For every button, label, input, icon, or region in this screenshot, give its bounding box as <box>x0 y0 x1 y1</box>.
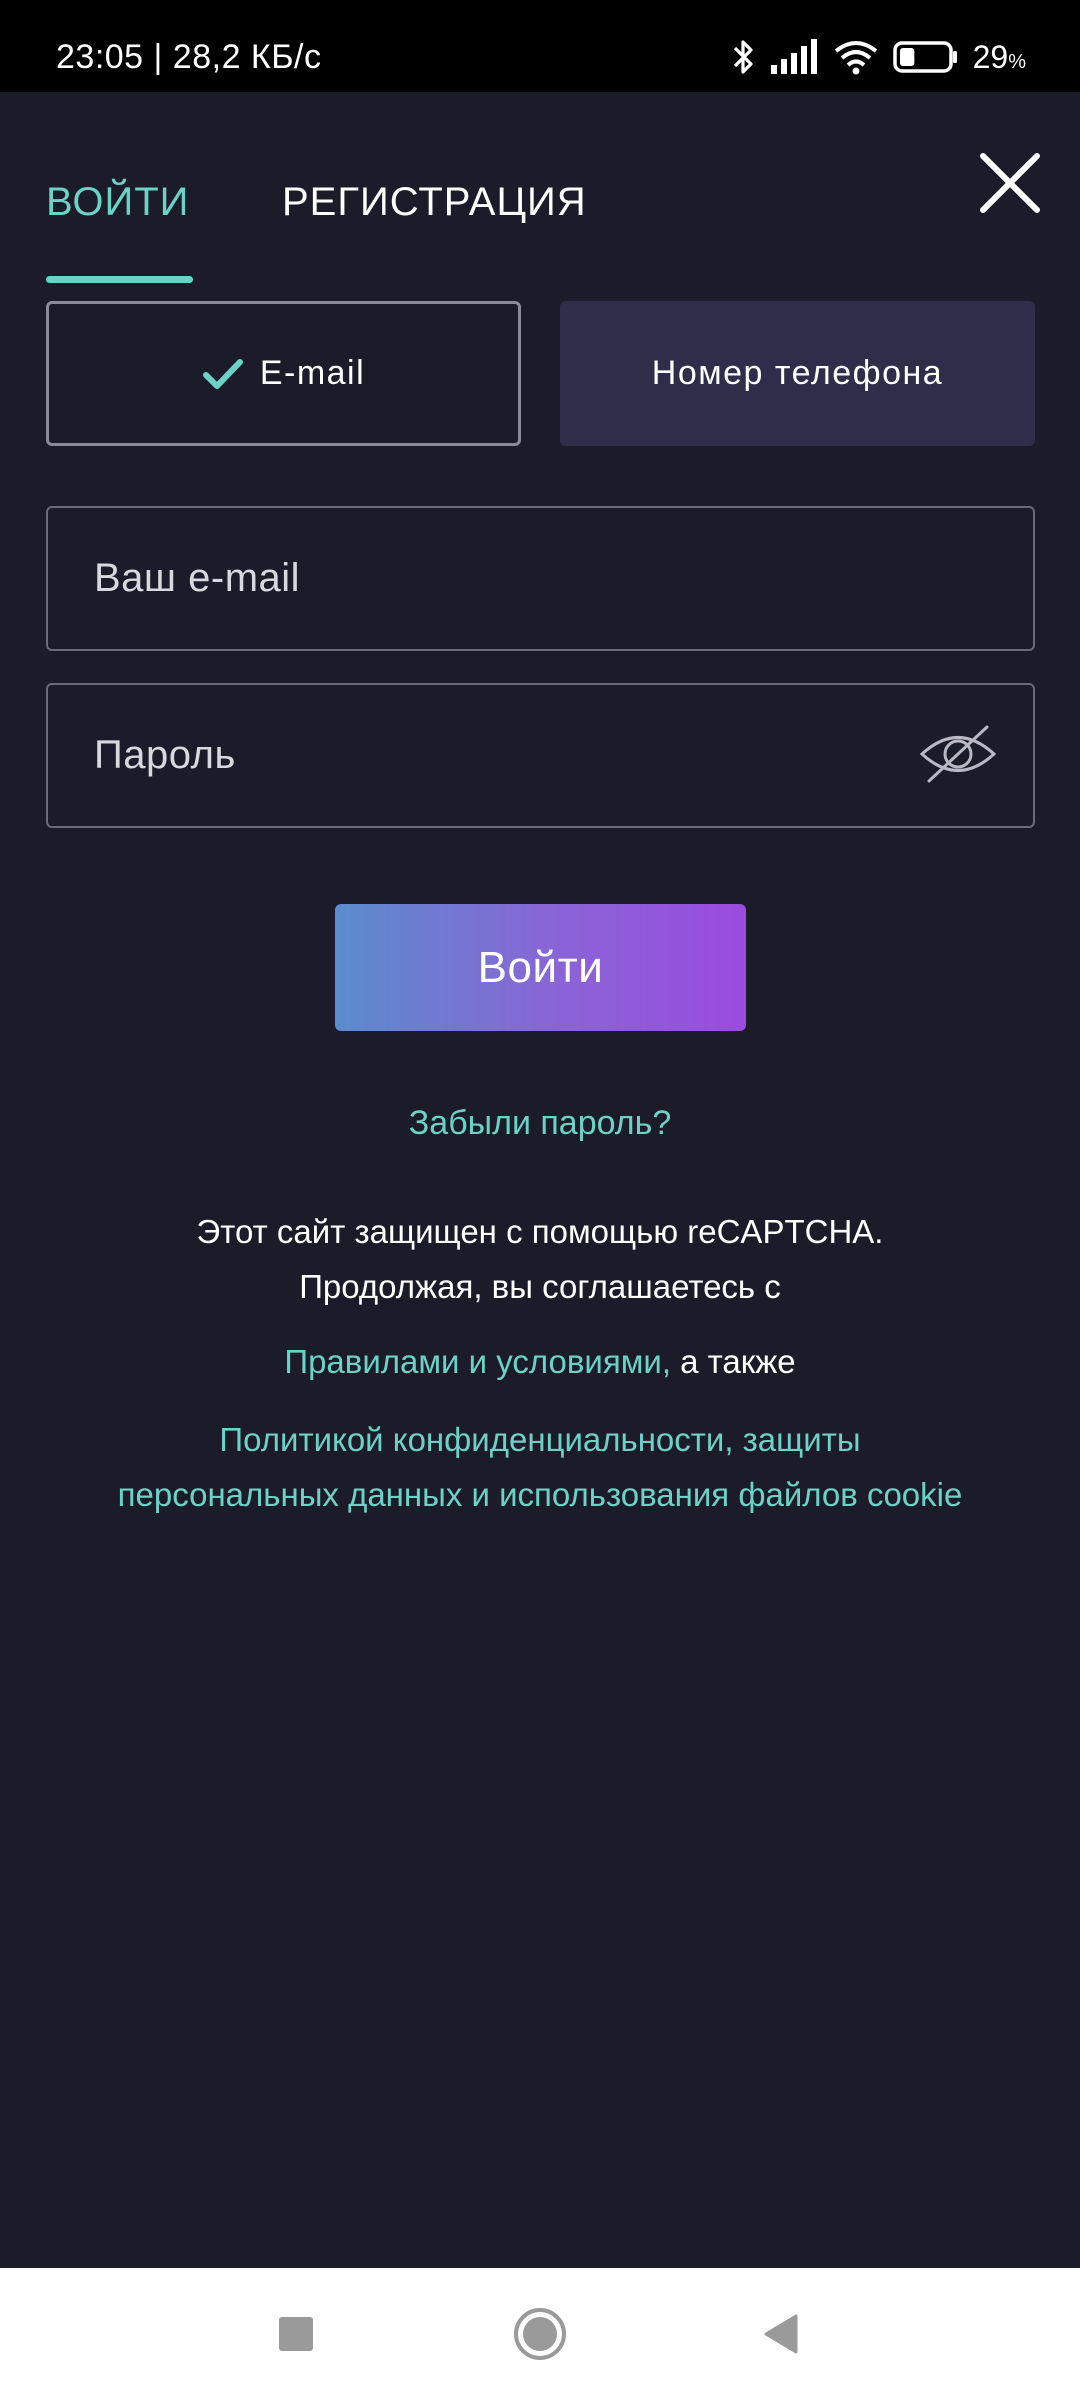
email-input[interactable] <box>94 508 934 649</box>
navigation-bar <box>0 2268 1080 2400</box>
bluetooth-icon <box>733 40 753 74</box>
battery-percent: 29% <box>972 38 1026 75</box>
terms-link[interactable]: Правилами и условиями, <box>284 1343 671 1380</box>
recaptcha-notice: Этот сайт защищен с помощью reCAPTCHA. П… <box>0 1204 1080 1314</box>
eye-off-icon <box>919 725 997 783</box>
email-method-toggle[interactable]: E-mail <box>46 301 521 446</box>
status-bar: 23:05 | 28,2 КБ/с 29% <box>0 0 1080 92</box>
circle-icon <box>514 2308 566 2360</box>
password-input[interactable] <box>94 685 934 826</box>
status-time: 23:05 | 28,2 КБ/с <box>56 38 322 76</box>
close-icon <box>980 153 1040 213</box>
check-icon <box>202 358 243 389</box>
email-field <box>46 506 1035 651</box>
signal-icon <box>770 39 817 74</box>
password-field <box>46 683 1035 828</box>
wifi-icon <box>834 41 877 75</box>
close-button[interactable] <box>975 148 1045 218</box>
email-method-label: E-mail <box>259 354 366 392</box>
consent-line: Продолжая, вы соглашаетесь с <box>299 1268 781 1305</box>
tab-register[interactable]: РЕГИСТРАЦИЯ <box>282 180 587 225</box>
battery-icon <box>892 41 957 73</box>
recaptcha-line: Этот сайт защищен с помощью reCAPTCHA. <box>196 1213 884 1250</box>
recents-button[interactable] <box>236 2268 356 2400</box>
back-button[interactable] <box>720 2268 840 2400</box>
phone-method-toggle[interactable]: Номер телефона <box>560 301 1035 446</box>
privacy-link-line2[interactable]: персональных данных и использования файл… <box>0 1467 1080 1522</box>
privacy-policy-link[interactable]: Политикой конфиденциальности, защиты пер… <box>0 1412 1080 1522</box>
home-button[interactable] <box>480 2268 600 2400</box>
login-button[interactable]: Войти <box>335 904 746 1031</box>
forgot-password-link[interactable]: Забыли пароль? <box>0 1104 1080 1143</box>
phone-method-label: Номер телефона <box>651 354 944 392</box>
tab-login[interactable]: ВОЙТИ <box>46 180 189 225</box>
terms-and-text: а также <box>670 1343 796 1380</box>
status-icons: 29% <box>731 36 1026 78</box>
terms-line: Правилами и условиями, а также <box>0 1334 1080 1389</box>
back-triangle-icon <box>764 2314 798 2354</box>
toggle-password-visibility-button[interactable] <box>917 723 999 785</box>
square-icon <box>279 2317 313 2351</box>
privacy-link-line1[interactable]: Политикой конфиденциальности, защиты <box>0 1412 1080 1467</box>
active-tab-indicator <box>46 276 193 283</box>
